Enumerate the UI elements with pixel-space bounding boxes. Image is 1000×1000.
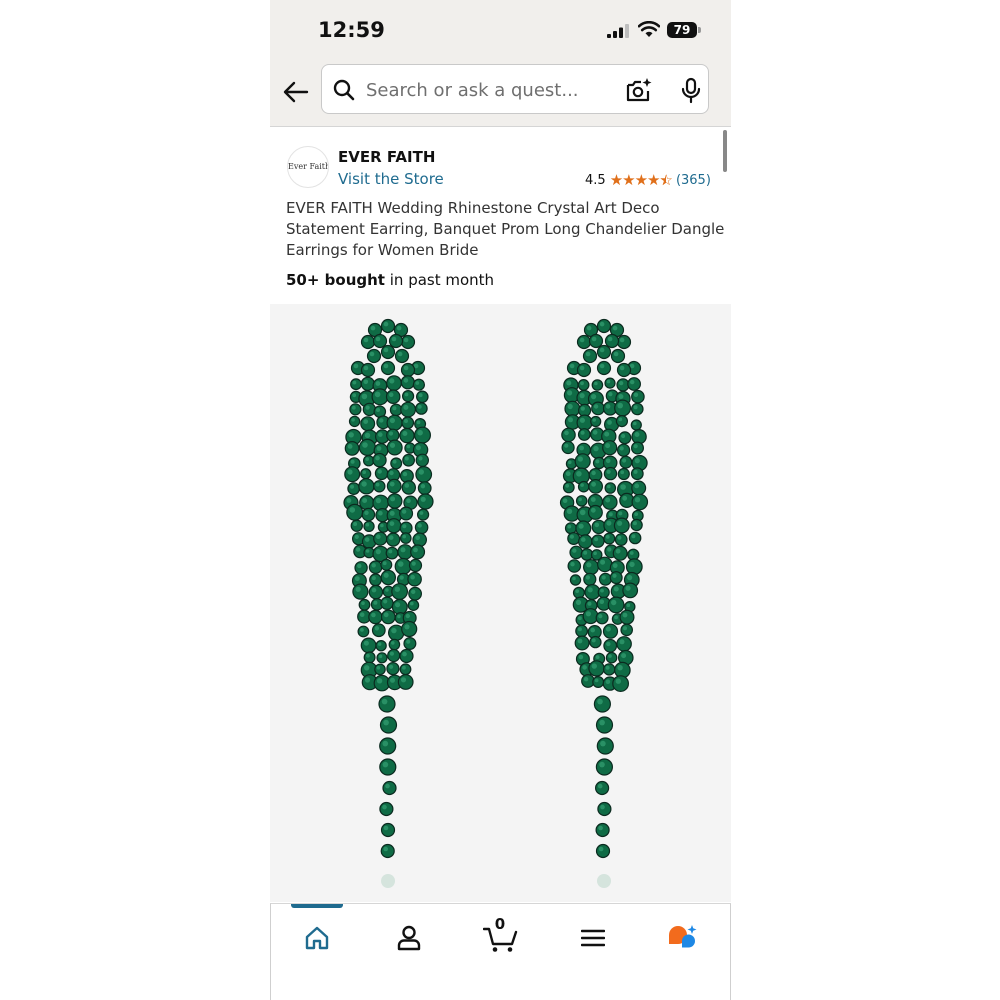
cell-signal-icon	[607, 24, 629, 38]
battery-indicator: 79	[667, 22, 697, 38]
nav-active-indicator	[291, 904, 343, 908]
bottom-navigation: 0	[270, 903, 731, 1000]
battery-tip	[698, 27, 701, 33]
status-bar: 12:59 79	[270, 0, 731, 60]
microphone-icon[interactable]	[680, 77, 702, 105]
purchase-count-bold: 50+ bought	[286, 271, 385, 289]
camera-icon[interactable]	[625, 77, 653, 103]
search-header	[270, 60, 731, 127]
wifi-icon	[638, 21, 660, 37]
account-icon	[397, 925, 421, 951]
brand-name: EVER FAITH	[338, 148, 436, 166]
product-image[interactable]	[270, 304, 731, 902]
search-input[interactable]	[366, 75, 586, 105]
product-title: EVER FAITH Wedding Rhinestone Crystal Ar…	[286, 199, 725, 259]
menu-icon	[581, 929, 605, 947]
nav-account[interactable]	[389, 918, 429, 958]
rating-summary[interactable]: 4.5 ★★★★☆★ (365)	[585, 171, 711, 189]
nav-menu[interactable]	[573, 918, 613, 958]
search-box[interactable]	[321, 64, 709, 114]
nav-cart[interactable]: 0	[479, 915, 523, 958]
star-rating-icon: ★★★★☆★	[609, 171, 673, 189]
scrollbar-thumb[interactable]	[723, 130, 727, 172]
right-earring	[559, 318, 649, 888]
brand-logo[interactable]: Ever Faith	[287, 146, 329, 188]
review-count[interactable]: (365)	[676, 173, 711, 188]
nav-home[interactable]	[297, 918, 337, 958]
earrings-image	[343, 318, 649, 888]
visit-store-link[interactable]: Visit the Store	[338, 170, 444, 188]
phone-screen: 12:59 79 Search or ask a quest... Ever F…	[270, 0, 731, 1000]
back-arrow-icon[interactable]	[280, 76, 312, 108]
purchase-count-rest: in past month	[384, 271, 495, 289]
ai-assistant-icon	[669, 925, 697, 948]
left-earring	[343, 318, 434, 888]
home-icon	[305, 926, 329, 950]
cart-count: 0	[494, 915, 506, 933]
nav-assistant[interactable]	[663, 918, 703, 958]
search-icon	[333, 79, 355, 101]
status-time: 12:59	[318, 18, 385, 42]
purchase-count: 50+ bought in past month	[286, 271, 494, 289]
rating-value: 4.5	[585, 172, 606, 188]
